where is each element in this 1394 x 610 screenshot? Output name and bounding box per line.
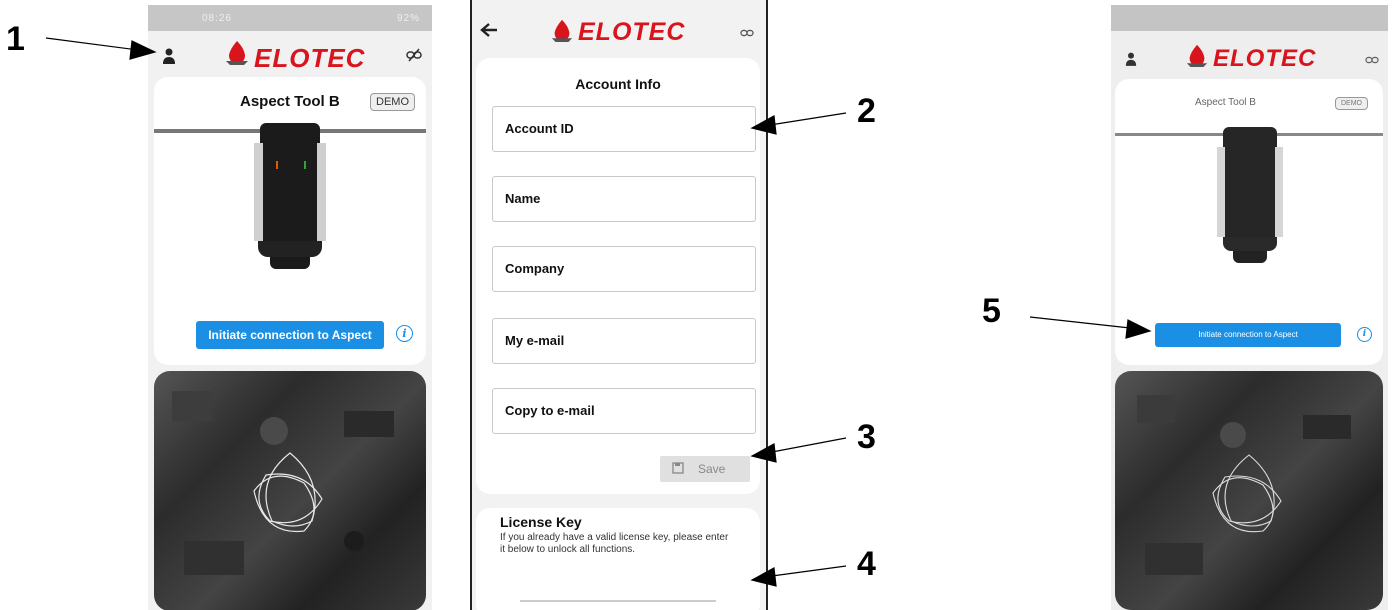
callout-5: 5 bbox=[982, 292, 1001, 330]
save-icon bbox=[672, 462, 684, 474]
company-field[interactable]: Company bbox=[492, 246, 756, 292]
demo-badge: DEMO bbox=[370, 93, 415, 111]
initiate-connection-button[interactable]: Initiate connection to Aspect bbox=[196, 321, 384, 349]
info-icon[interactable]: i bbox=[1357, 327, 1372, 342]
device-image bbox=[254, 123, 326, 271]
save-button[interactable]: Save bbox=[660, 456, 750, 482]
circuit-board-photo bbox=[1115, 371, 1383, 610]
copy-email-label: Copy to e-mail bbox=[505, 403, 595, 418]
info-icon[interactable]: i bbox=[396, 325, 413, 342]
logo-text: ELOTEC bbox=[1213, 45, 1317, 72]
circuit-board-photo bbox=[154, 371, 426, 610]
callout-2: 2 bbox=[857, 92, 876, 130]
device-card: Aspect Tool B DEMO Initiate connection t… bbox=[154, 77, 426, 365]
license-key-title: License Key bbox=[500, 514, 582, 530]
person-icon[interactable] bbox=[162, 47, 176, 65]
logo-flame-icon bbox=[550, 18, 574, 42]
callout-3: 3 bbox=[857, 418, 876, 456]
phone-screen-home: 08:26 92% ELOTEC Aspect Tool B DEMO Init… bbox=[148, 5, 432, 610]
callout-4: 4 bbox=[857, 545, 876, 583]
account-info-title: Account Info bbox=[575, 76, 661, 92]
link-off-icon[interactable] bbox=[740, 26, 754, 38]
logo-flame-icon bbox=[224, 39, 250, 65]
initiate-connection-button[interactable]: Initiate connection to Aspect bbox=[1155, 323, 1341, 347]
copy-email-field[interactable]: Copy to e-mail bbox=[492, 388, 756, 434]
link-off-icon[interactable] bbox=[1365, 53, 1379, 65]
status-bar bbox=[1111, 5, 1388, 31]
license-key-text: If you already have a valid license key,… bbox=[500, 532, 729, 555]
person-icon[interactable] bbox=[1125, 51, 1137, 67]
elotec-emblem-icon bbox=[1212, 454, 1282, 533]
account-id-field[interactable]: Account ID bbox=[492, 106, 756, 152]
save-label: Save bbox=[698, 462, 726, 476]
status-bar: 08:26 92% bbox=[148, 5, 432, 31]
back-arrow-icon[interactable] bbox=[480, 22, 498, 38]
logo-flame-icon bbox=[1185, 43, 1209, 67]
account-info-card: Account Info Account ID Name Company My … bbox=[476, 58, 760, 494]
my-email-label: My e-mail bbox=[505, 333, 565, 348]
logo-text: ELOTEC bbox=[254, 43, 366, 73]
device-image bbox=[1217, 127, 1283, 267]
device-title: Aspect Tool B bbox=[1195, 97, 1256, 108]
name-label: Name bbox=[505, 191, 541, 206]
license-key-card: License Key If you already have a valid … bbox=[476, 508, 760, 610]
elotec-emblem-icon bbox=[253, 452, 323, 533]
status-battery: 92% bbox=[396, 13, 420, 24]
phone-screen-home-blurred: ELOTEC Aspect Tool B DEMO Initiate conne… bbox=[1111, 5, 1388, 610]
status-time: 08:26 bbox=[202, 13, 233, 24]
demo-badge: DEMO bbox=[1335, 97, 1368, 110]
logo-text: ELOTEC bbox=[578, 18, 686, 46]
account-id-label: Account ID bbox=[505, 121, 574, 136]
device-title: Aspect Tool B bbox=[240, 93, 340, 110]
license-key-input[interactable] bbox=[520, 600, 716, 610]
name-field[interactable]: Name bbox=[492, 176, 756, 222]
my-email-field[interactable]: My e-mail bbox=[492, 318, 756, 364]
callout-1: 1 bbox=[6, 20, 25, 58]
company-label: Company bbox=[505, 261, 565, 276]
phone-screen-account: ELOTEC Account Info Account ID Name Comp… bbox=[470, 0, 768, 610]
link-off-icon[interactable] bbox=[406, 48, 422, 62]
